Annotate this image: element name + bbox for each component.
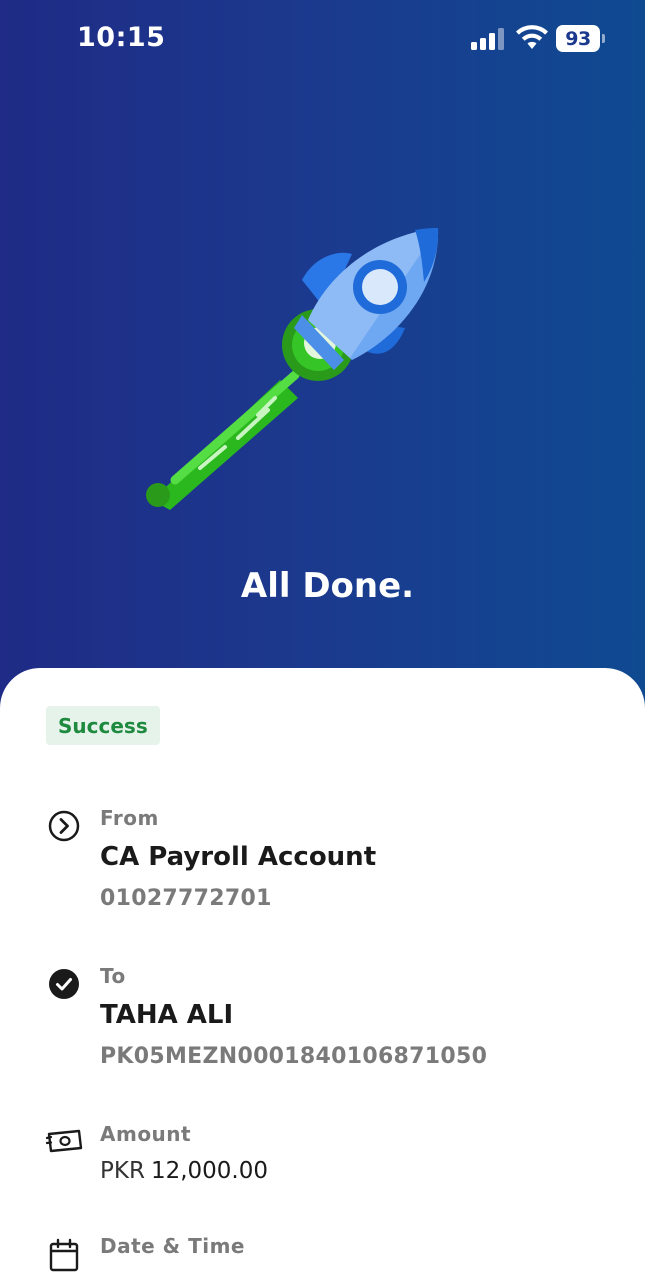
transaction-details-sheet: Success From CA Payroll Account 01027772… <box>0 668 645 1280</box>
from-label: From <box>100 806 159 830</box>
status-badge: Success <box>46 706 160 745</box>
amount-value-line: PKR 12,000.00 <box>100 1158 268 1184</box>
wifi-icon <box>516 25 548 49</box>
from-row: From CA Payroll Account 01027772701 <box>0 806 645 926</box>
status-time: 10:15 <box>77 22 166 53</box>
to-label: To <box>100 964 126 988</box>
battery-cap <box>602 34 605 43</box>
amount-label: Amount <box>100 1122 192 1146</box>
datetime-label: Date & Time <box>100 1234 245 1258</box>
hero-banner: 10:15 93 All Done. <box>0 0 645 720</box>
signal-icon <box>471 28 504 50</box>
datetime-row: Date & Time <box>0 1234 645 1280</box>
to-account-number: PK05MEZN0001840106871050 <box>100 1044 488 1069</box>
chevron-circle-icon <box>48 810 80 842</box>
check-circle-icon <box>49 969 79 999</box>
cash-icon <box>46 1129 83 1153</box>
battery-body: 93 <box>556 25 600 52</box>
from-account-name: CA Payroll Account <box>100 842 377 872</box>
from-account-number: 01027772701 <box>100 886 272 911</box>
status-bar: 10:15 93 <box>0 0 645 80</box>
battery-icon: 93 <box>556 25 605 52</box>
rocket-illustration <box>146 228 439 510</box>
amount-currency: PKR <box>100 1158 145 1184</box>
page-title: All Done. <box>240 566 415 606</box>
to-row: To TAHA ALI PK05MEZN0001840106871050 <box>0 964 645 1084</box>
amount-value: 12,000.00 <box>150 1158 268 1184</box>
amount-row: Amount PKR 12,000.00 <box>0 1122 645 1202</box>
battery-level: 93 <box>565 27 591 50</box>
calendar-icon <box>49 1238 79 1272</box>
to-recipient-name: TAHA ALI <box>100 1000 234 1030</box>
